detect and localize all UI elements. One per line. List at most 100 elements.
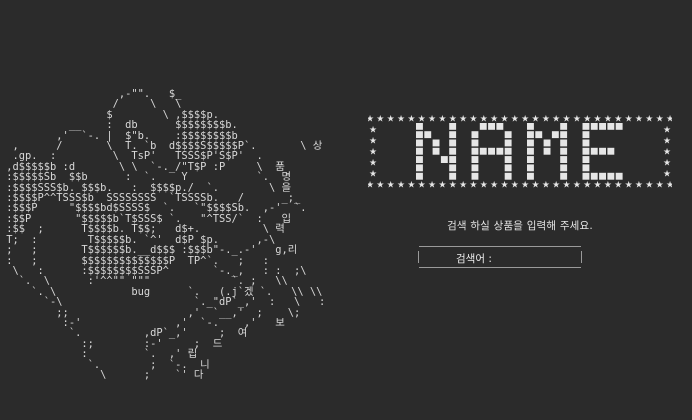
star-icon: ★: [490, 181, 498, 191]
title-pixel: [416, 147, 423, 155]
star-icon: ★: [521, 181, 529, 191]
title-pixel: [560, 123, 568, 130]
title-pixel: [615, 172, 623, 180]
title-pixel: [527, 172, 534, 180]
title-pixel: [599, 123, 606, 130]
title-pixel: [551, 131, 559, 139]
title-pixel: [607, 172, 615, 180]
title-pixel: [560, 172, 568, 180]
name-banner: ★ ★ ★ ★ ★ ★ ★ ★ ★ ★ ★ ★ ★ ★ ★ ★ ★ ★ ★ ★ ★ ★ ★ ★ ★ ★ ★ ★ ★ ★ ★ ★ ★ ★ ★ ★ ★ ★ ★ ★…: [368, 114, 672, 191]
title-pixel: [471, 172, 479, 180]
star-icon: ★: [368, 181, 374, 191]
star-icon: ★: [369, 126, 377, 136]
title-pixel: [504, 147, 512, 155]
star-icon: ★: [369, 170, 377, 180]
title-pixel: [504, 172, 512, 180]
title-pixel: [560, 164, 568, 172]
star-icon: ★: [368, 115, 374, 125]
title-pixel: [590, 172, 598, 180]
star-icon: ★: [645, 181, 653, 191]
title-pixel: [496, 147, 504, 155]
star-icon: ★: [663, 159, 671, 169]
title-pixel: [535, 131, 543, 139]
title-pixel: [504, 139, 512, 147]
star-icon: ★: [407, 181, 415, 191]
title-pixel: [504, 164, 512, 172]
title-pixel: [590, 147, 598, 155]
title-pixel: [560, 147, 568, 155]
star-icon: ★: [625, 181, 633, 191]
star-icon: ★: [552, 181, 560, 191]
star-icon: ★: [511, 181, 519, 191]
star-icon: ★: [666, 181, 672, 191]
title-pixel: [582, 123, 590, 130]
title-pixel: [560, 156, 568, 163]
title-pixel: [449, 156, 457, 163]
star-icon: ★: [594, 181, 602, 191]
star-icon: ★: [583, 181, 591, 191]
search-label: 검색어 :: [456, 253, 492, 265]
star-icon: ★: [604, 181, 612, 191]
title-pixel: [449, 139, 457, 147]
star-icon: ★: [563, 181, 571, 191]
title-pixel: [471, 147, 479, 155]
title-pixel: [527, 131, 534, 139]
title-pixel: [424, 131, 432, 139]
star-icon: ★: [449, 181, 457, 191]
star-icon: ★: [369, 137, 377, 147]
star-icon: ★: [369, 148, 377, 158]
title-pixel: [582, 172, 590, 180]
title-pixel: [582, 164, 590, 172]
star-icon: ★: [542, 181, 550, 191]
title-pixel: [504, 156, 512, 163]
title-pixel: [527, 156, 534, 163]
title-pixel: [488, 147, 495, 155]
title-pixel: [449, 164, 457, 172]
star-icon: ★: [438, 181, 446, 191]
banner-title: [416, 123, 623, 180]
star-icon: ★: [376, 181, 384, 191]
title-pixel: [471, 164, 479, 172]
star-icon: ★: [480, 181, 488, 191]
title-pixel: [527, 139, 534, 147]
title-pixel: [590, 123, 598, 130]
title-pixel: [479, 123, 487, 130]
title-pixel: [560, 139, 568, 147]
star-icon: ★: [666, 115, 672, 125]
title-pixel: [432, 139, 440, 147]
star-icon: ★: [614, 181, 622, 191]
star-icon: ★: [369, 159, 377, 169]
title-pixel: [582, 139, 590, 147]
title-pixel: [615, 123, 623, 130]
title-pixel: [543, 139, 551, 147]
title-pixel: [449, 172, 457, 180]
title-pixel: [496, 123, 504, 130]
title-pixel: [560, 131, 568, 139]
title-pixel: [488, 123, 495, 130]
search-box[interactable]: 검색어 :: [418, 246, 582, 268]
star-icon: ★: [635, 181, 643, 191]
title-pixel: [432, 147, 440, 155]
title-pixel: [479, 147, 487, 155]
console-screen: ,-"". $_ / \ \ $ \ ,$$$$p. __ : db $$$$$…: [0, 0, 692, 420]
title-pixel: [440, 156, 448, 163]
title-pixel: [599, 172, 606, 180]
search-input[interactable]: [501, 249, 577, 265]
title-pixel: [527, 123, 534, 130]
title-pixel: [607, 147, 615, 155]
star-icon: ★: [459, 181, 467, 191]
instruction-text: 검색 하실 상품을 입력해 주세요.: [447, 220, 593, 232]
star-icon: ★: [573, 181, 581, 191]
title-pixel: [582, 147, 590, 155]
title-pixel: [471, 139, 479, 147]
star-icon: ★: [656, 181, 664, 191]
star-icon: ★: [663, 170, 671, 180]
title-pixel: [471, 131, 479, 139]
star-icon: ★: [663, 126, 671, 136]
title-pixel: [416, 164, 423, 172]
star-icon: ★: [387, 181, 395, 191]
title-pixel: [527, 164, 534, 172]
title-pixel: [449, 123, 457, 130]
title-pixel: [416, 131, 423, 139]
title-pixel: [416, 123, 423, 130]
